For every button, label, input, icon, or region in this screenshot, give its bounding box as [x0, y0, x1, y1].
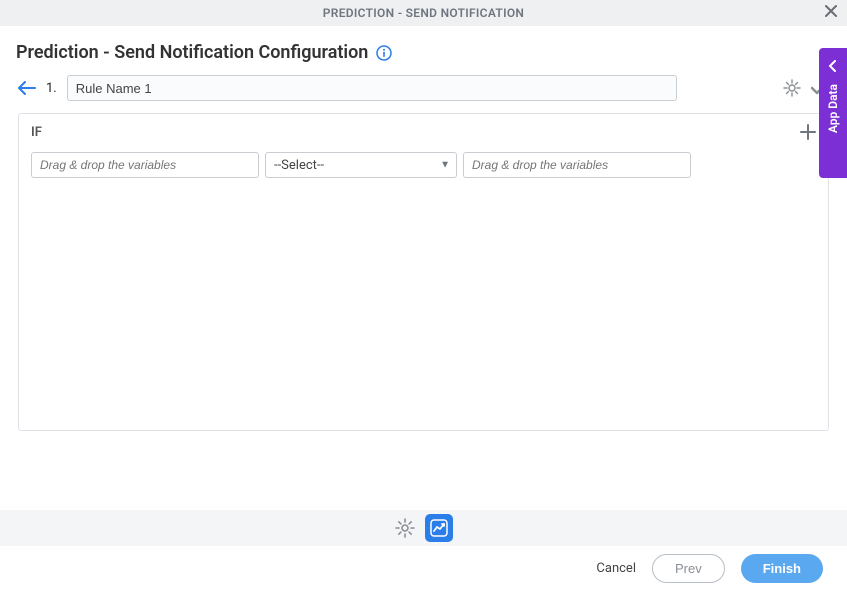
prev-button[interactable]: Prev — [652, 554, 725, 583]
operator-select[interactable]: --Select-- ▼ — [265, 152, 457, 178]
sparkle-icon[interactable] — [783, 79, 801, 97]
page-title-row: Prediction - Send Notification Configura… — [0, 26, 847, 75]
side-tab-label: App Data — [826, 84, 840, 133]
condition-row: --Select-- ▼ — [31, 152, 816, 178]
modal-header: PREDICTION - SEND NOTIFICATION — [0, 0, 847, 26]
cancel-button[interactable]: Cancel — [596, 561, 636, 576]
finish-button[interactable]: Finish — [741, 554, 823, 583]
chevron-left-icon — [828, 60, 838, 72]
add-condition-icon[interactable] — [800, 124, 816, 140]
rule-body: IF --Select-- ▼ — [18, 113, 829, 431]
right-variable-input[interactable] — [463, 152, 691, 178]
back-arrow-icon[interactable] — [18, 81, 36, 95]
rule-header-row: 1. — [0, 75, 847, 101]
info-icon[interactable] — [376, 45, 392, 61]
operator-select-value: --Select-- — [274, 158, 324, 173]
if-label: IF — [31, 125, 42, 140]
if-row: IF — [31, 124, 816, 140]
gear-icon[interactable] — [395, 518, 415, 538]
chart-icon[interactable] — [425, 514, 453, 542]
page-title: Prediction - Send Notification Configura… — [16, 42, 368, 63]
rule-name-input[interactable] — [67, 75, 677, 101]
close-icon[interactable] — [825, 5, 837, 21]
footer-nav: Cancel Prev Finish — [0, 546, 847, 590]
bottom-tool-strip — [0, 510, 847, 546]
rule-index: 1. — [46, 81, 57, 96]
app-data-sidetab[interactable]: App Data — [819, 48, 847, 178]
chevron-down-icon: ▼ — [440, 160, 450, 171]
left-variable-input[interactable] — [31, 152, 259, 178]
modal-title: PREDICTION - SEND NOTIFICATION — [323, 6, 524, 20]
